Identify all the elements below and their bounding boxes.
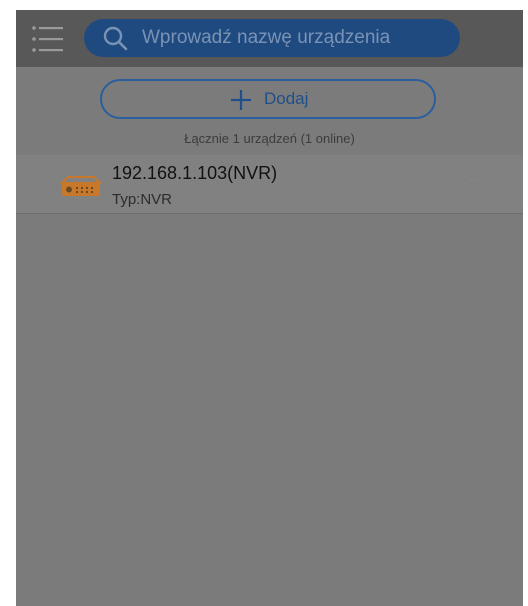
device-name: 192.168.1.103(NVR): [112, 163, 278, 183]
app-screen: Wprowadź nazwę urządzenia Dodaj Łącznie …: [16, 10, 523, 606]
search-placeholder: Wprowadź nazwę urządzenia: [142, 27, 391, 48]
top-bar: Wprowadź nazwę urządzenia: [16, 10, 523, 67]
more-options-button[interactable]: ···: [464, 171, 486, 189]
device-list-item[interactable]: 192.168.1.103(NVR) Typ:NVR ···: [16, 155, 523, 214]
add-button-label: Dodaj: [264, 89, 309, 108]
device-type: Typ:NVR: [112, 191, 173, 208]
device-count-summary: Łącznie 1 urządzeń (1 online): [184, 131, 355, 146]
menu-icon: [32, 26, 63, 52]
nvr-device-icon: [60, 176, 102, 196]
menu-button[interactable]: [30, 23, 66, 55]
plus-icon: [231, 90, 251, 110]
search-icon: [103, 26, 128, 51]
search-input[interactable]: Wprowadź nazwę urządzenia: [84, 19, 460, 57]
add-device-button[interactable]: Dodaj: [100, 79, 436, 119]
